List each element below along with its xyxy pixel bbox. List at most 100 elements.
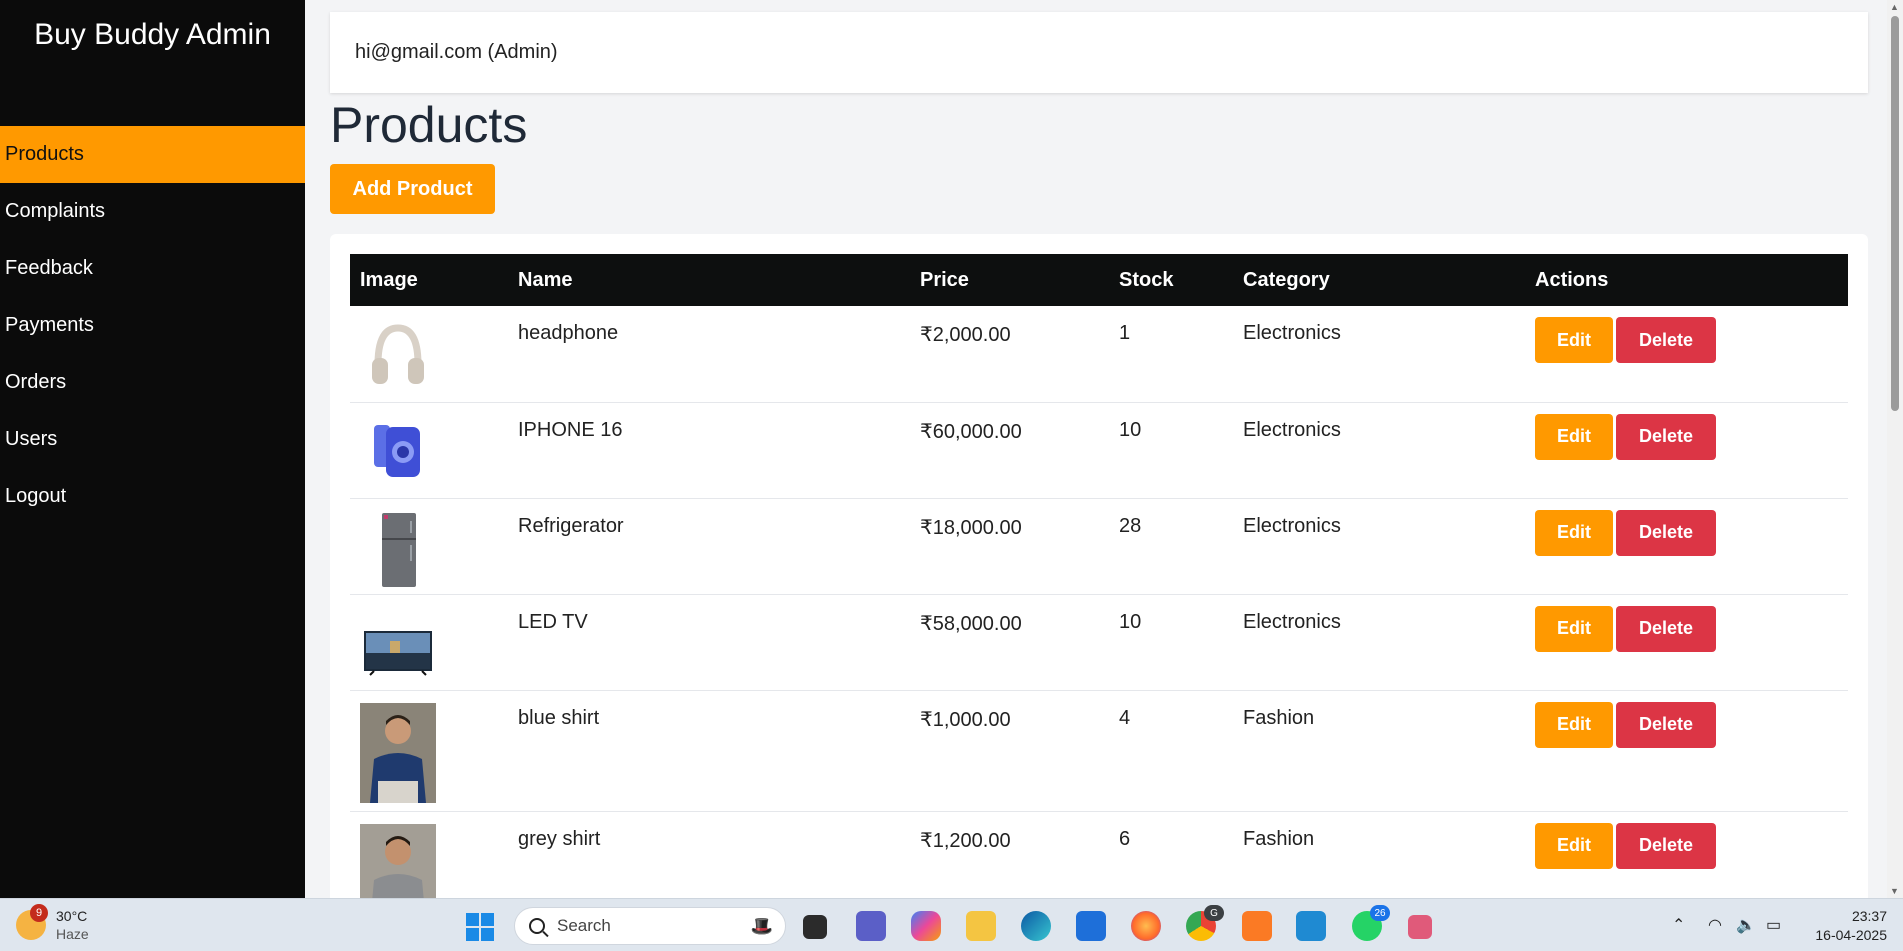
product-name: Refrigerator — [518, 514, 624, 537]
main-content: hi@gmail.com (Admin) Products Add Produc… — [305, 0, 1903, 898]
edit-button[interactable]: Edit — [1535, 509, 1613, 556]
table-row: blue shirt ₹1,000.00 4 Fashion Edit Delet… — [350, 690, 1848, 811]
product-stock: 1 — [1119, 322, 1131, 344]
headphone-image — [372, 324, 424, 384]
sidebar-item-orders[interactable]: Orders — [0, 354, 305, 411]
iphone-image — [374, 424, 420, 477]
actions-cell: Edit Delete — [1525, 402, 1848, 498]
teams-icon[interactable] — [856, 911, 886, 941]
firefox-icon[interactable] — [1131, 911, 1161, 941]
col-header-actions: Actions — [1535, 268, 1609, 291]
page-title: Products — [330, 97, 528, 153]
image-cell — [350, 498, 508, 594]
battery-icon[interactable]: ▭ — [1766, 915, 1781, 935]
scroll-up-icon[interactable]: ▲ — [1890, 2, 1899, 12]
actions-cell: Edit Delete — [1525, 594, 1848, 690]
product-name: LED TV — [518, 610, 588, 633]
refrigerator-image — [382, 512, 416, 587]
product-name: blue shirt — [518, 706, 600, 729]
image-cell — [350, 402, 508, 498]
weather-badge: 9 — [30, 904, 48, 922]
vertical-scrollbar[interactable]: ▲ ▼ — [1887, 0, 1903, 898]
taskbar-search[interactable]: Search 🎩 — [514, 907, 786, 945]
product-category: Electronics — [1243, 322, 1341, 344]
delete-button[interactable]: Delete — [1616, 605, 1716, 652]
user-email: hi@gmail.com (Admin) — [355, 41, 558, 63]
edit-button[interactable]: Edit — [1535, 701, 1613, 748]
edit-button[interactable]: Edit — [1535, 605, 1613, 652]
store-icon[interactable] — [1076, 911, 1106, 941]
sidebar-item-complaints[interactable]: Complaints — [0, 183, 305, 240]
products-table: Image Name Price Stock Category Actions — [350, 254, 1848, 898]
copilot-icon[interactable] — [911, 911, 941, 941]
product-stock: 6 — [1119, 827, 1131, 850]
edit-button[interactable]: Edit — [1535, 822, 1613, 869]
blue-shirt-image — [360, 702, 436, 803]
search-placeholder: Search — [557, 916, 611, 935]
product-price: ₹2,000.00 — [920, 324, 1011, 346]
chrome-icon[interactable]: G — [1186, 905, 1224, 941]
col-header-price: Price — [920, 268, 969, 291]
brand-title: Buy Buddy Admin — [34, 18, 271, 51]
sidebar: Buy Buddy Admin Products Complaints Feed… — [0, 0, 305, 898]
scroll-thumb[interactable] — [1891, 16, 1899, 411]
chevron-up-icon[interactable]: ⌃ — [1672, 915, 1685, 935]
top-bar: hi@gmail.com (Admin) — [330, 12, 1868, 93]
product-category: Electronics — [1243, 514, 1341, 537]
wifi-icon[interactable]: ◠ — [1708, 915, 1722, 935]
delete-button[interactable]: Delete — [1616, 509, 1716, 556]
product-price: ₹18,000.00 — [920, 516, 1022, 539]
product-stock: 10 — [1119, 610, 1142, 633]
image-cell — [350, 594, 508, 690]
actions-cell: Edit Delete — [1525, 811, 1848, 898]
vscode-icon[interactable] — [1296, 911, 1326, 941]
snipping-tool-icon[interactable] — [1408, 915, 1432, 939]
search-highlight-icon: 🎩 — [750, 915, 773, 936]
windows-start-icon[interactable] — [466, 913, 494, 941]
delete-button[interactable]: Delete — [1616, 822, 1716, 869]
image-cell — [350, 306, 508, 402]
sidebar-item-logout[interactable]: Logout — [0, 468, 305, 525]
image-cell — [350, 811, 508, 898]
taskbar-clock[interactable]: 23:37 16-04-2025 — [1815, 907, 1887, 945]
product-category: Fashion — [1243, 827, 1315, 850]
sidebar-item-users[interactable]: Users — [0, 411, 305, 468]
product-stock: 28 — [1119, 514, 1142, 537]
product-price: ₹1,000.00 — [920, 708, 1011, 731]
product-price: ₹58,000.00 — [920, 612, 1022, 635]
table-row: grey shirt ₹1,200.00 6 Fashion Edit Delet… — [350, 811, 1848, 898]
weather-widget[interactable]: 9 30°C Haze — [16, 904, 89, 943]
col-header-image: Image — [360, 268, 418, 291]
product-price: ₹60,000.00 — [920, 420, 1022, 443]
table-row: IPHONE 16 ₹60,000.00 10 Electronics Edit… — [350, 402, 1848, 498]
search-icon — [529, 918, 545, 934]
sidebar-item-payments[interactable]: Payments — [0, 297, 305, 354]
task-view-icon[interactable] — [803, 915, 827, 939]
edit-button[interactable]: Edit — [1535, 413, 1613, 460]
whatsapp-icon[interactable]: 26 — [1352, 905, 1390, 941]
image-cell — [350, 690, 508, 811]
edge-icon[interactable] — [1021, 911, 1051, 941]
weather-sun-icon: 9 — [16, 904, 48, 940]
add-product-button[interactable]: Add Product — [330, 164, 495, 214]
products-table-card: Image Name Price Stock Category Actions — [330, 234, 1868, 898]
edit-button[interactable]: Edit — [1535, 317, 1613, 363]
table-row: headphone ₹2,000.00 1 Electronics Edit De… — [350, 306, 1848, 402]
table-row: Refrigerator ₹18,000.00 28 Electronics E… — [350, 498, 1848, 594]
actions-cell: Edit Delete — [1525, 306, 1848, 402]
scroll-down-icon[interactable]: ▼ — [1890, 886, 1899, 896]
product-category: Electronics — [1243, 610, 1341, 633]
file-explorer-icon[interactable] — [966, 911, 996, 941]
delete-button[interactable]: Delete — [1616, 317, 1716, 363]
sidebar-item-products[interactable]: Products — [0, 126, 305, 183]
product-category: Electronics — [1243, 418, 1341, 441]
xampp-icon[interactable] — [1242, 911, 1272, 941]
windows-taskbar: 9 30°C Haze Search 🎩 G 26 ⌃ ◠ 🔈 ▭ 23:37 … — [0, 898, 1903, 951]
delete-button[interactable]: Delete — [1616, 413, 1716, 460]
product-stock: 10 — [1119, 418, 1142, 441]
led-tv-image — [364, 630, 432, 676]
actions-cell: Edit Delete — [1525, 690, 1848, 811]
volume-icon[interactable]: 🔈 — [1736, 915, 1756, 935]
sidebar-item-feedback[interactable]: Feedback — [0, 240, 305, 297]
delete-button[interactable]: Delete — [1616, 701, 1716, 748]
